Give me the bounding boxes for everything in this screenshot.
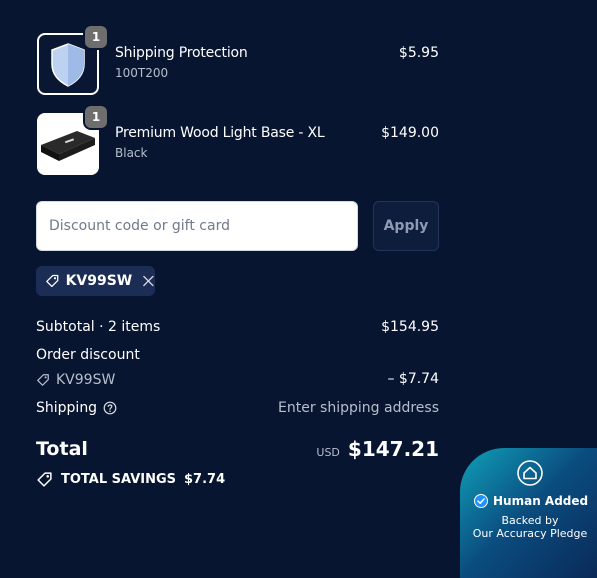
- subtotal-value: $154.95: [381, 319, 439, 335]
- savings-value: $7.74: [184, 472, 226, 487]
- apply-button[interactable]: Apply: [373, 201, 439, 251]
- shipping-value: Enter shipping address: [278, 400, 439, 416]
- discount-code-text: KV99SW: [56, 372, 116, 388]
- close-icon[interactable]: [142, 274, 155, 288]
- product-variant: Black: [115, 146, 148, 160]
- product-name: Premium Wood Light Base - XL: [115, 125, 325, 141]
- tag-icon: [37, 472, 52, 487]
- currency-label: USD: [316, 446, 340, 459]
- discount-code-row: KV99SW: [36, 372, 115, 388]
- accuracy-pledge-badge[interactable]: Human Added Backed by Our Accuracy Pledg…: [460, 448, 597, 578]
- discount-value: – $7.74: [387, 371, 439, 387]
- badge-title-row: Human Added: [474, 494, 588, 508]
- product-price: $5.95: [398, 45, 439, 61]
- badge-subtitle: Backed by Our Accuracy Pledge: [460, 514, 597, 540]
- badge-line-2: Our Accuracy Pledge: [472, 527, 588, 540]
- shipping-row: Shipping: [36, 400, 117, 416]
- badge-line-1: Backed by: [501, 514, 559, 527]
- product-price: $149.00: [381, 125, 439, 141]
- discount-code-input[interactable]: [36, 201, 358, 251]
- applied-discount-chip: KV99SW: [36, 266, 155, 296]
- applied-code-label: KV99SW: [65, 273, 133, 289]
- order-discount-label: Order discount: [36, 347, 140, 363]
- check-circle-icon: [474, 494, 488, 508]
- shipping-label: Shipping: [36, 400, 98, 416]
- quantity-badge: 1: [85, 26, 107, 48]
- home-shield-icon: [517, 460, 543, 486]
- quantity-badge: 1: [85, 106, 107, 128]
- tag-icon: [37, 374, 49, 386]
- product-name: Shipping Protection: [115, 45, 248, 61]
- savings-label: TOTAL SAVINGS: [61, 472, 177, 487]
- help-icon[interactable]: [103, 401, 117, 415]
- tag-icon: [46, 274, 59, 288]
- subtotal-label: Subtotal · 2 items: [36, 319, 161, 335]
- total-value: $147.21: [347, 437, 439, 461]
- total-savings: TOTAL SAVINGS $7.74: [36, 471, 225, 488]
- total-label: Total: [36, 438, 88, 460]
- total-row: USD $147.21: [316, 437, 439, 461]
- badge-title: Human Added: [493, 494, 589, 508]
- product-variant: 100T200: [115, 66, 169, 80]
